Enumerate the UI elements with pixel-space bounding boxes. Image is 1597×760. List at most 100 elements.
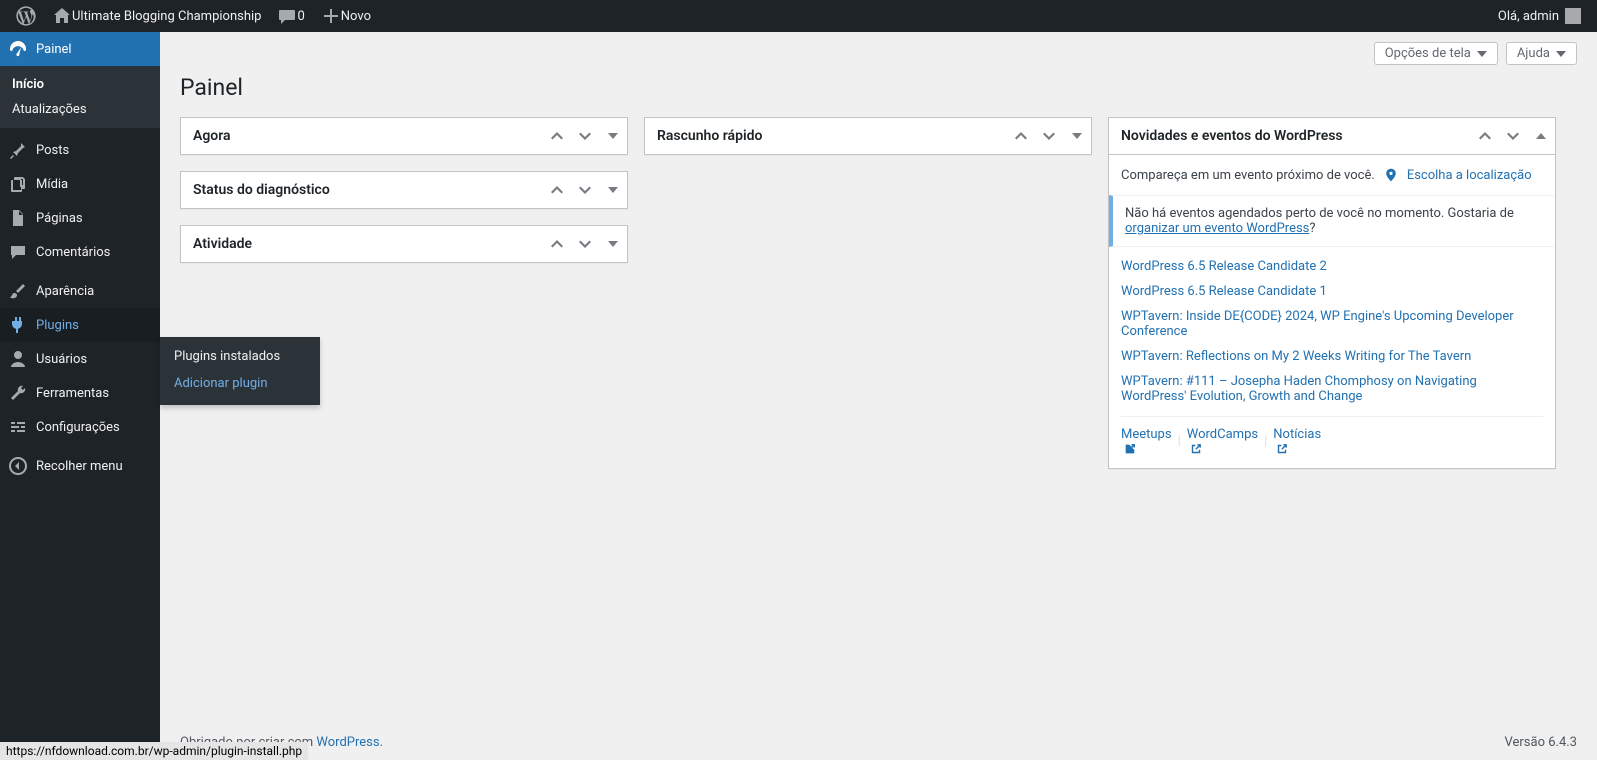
no-events-text-post: ? — [1309, 221, 1315, 236]
widget-title: Novidades e eventos do WordPress — [1109, 118, 1471, 154]
menu-label: Painel — [36, 42, 72, 57]
menu-label: Usuários — [36, 352, 87, 367]
help-button[interactable]: Ajuda — [1506, 42, 1577, 65]
caret-down-icon — [1556, 51, 1566, 57]
news-item-link[interactable]: WPTavern: Inside DE{CODE} 2024, WP Engin… — [1121, 309, 1543, 339]
flyout-plugins-installed[interactable]: Plugins instalados — [160, 343, 320, 370]
site-name-link[interactable]: Ultimate Blogging Championship — [44, 0, 269, 32]
menu-label: Aparência — [36, 284, 94, 299]
menu-users[interactable]: Usuários — [0, 342, 160, 376]
help-label: Ajuda — [1517, 46, 1550, 61]
wp-logo-menu[interactable] — [8, 0, 44, 32]
page-icon — [8, 208, 28, 228]
move-down-button[interactable] — [571, 172, 599, 208]
widget-now: Agora — [180, 117, 628, 155]
widget-quick-draft: Rascunho rápido — [644, 117, 1092, 155]
external-icon — [1189, 442, 1203, 456]
new-content-link[interactable]: Novo — [313, 0, 379, 32]
menu-plugins[interactable]: Plugins — [0, 308, 160, 342]
screen-options-button[interactable]: Opções de tela — [1374, 42, 1498, 65]
move-down-button[interactable] — [571, 226, 599, 262]
submenu-home[interactable]: Início — [0, 72, 160, 97]
widget-activity: Atividade — [180, 225, 628, 263]
widget-title: Rascunho rápido — [645, 118, 1007, 154]
no-events-text: Não há eventos agendados perto de você n… — [1125, 206, 1514, 221]
user-icon — [8, 349, 28, 369]
flyout-plugins-add[interactable]: Adicionar plugin — [160, 370, 320, 397]
howdy-text: Olá, admin — [1498, 9, 1559, 24]
menu-label: Ferramentas — [36, 386, 109, 401]
caret-down-icon — [1477, 51, 1487, 57]
external-icon — [1275, 442, 1289, 456]
menu-tools[interactable]: Ferramentas — [0, 376, 160, 410]
move-up-button[interactable] — [1007, 118, 1035, 154]
plus-icon — [321, 6, 341, 26]
news-item-link[interactable]: WordPress 6.5 Release Candidate 2 — [1121, 259, 1543, 274]
new-label: Novo — [341, 9, 371, 24]
location-icon — [1383, 167, 1399, 183]
page-title: Painel — [160, 65, 1597, 105]
plug-icon — [8, 315, 28, 335]
collapse-menu[interactable]: Recolher menu — [0, 449, 160, 483]
flyout-plugins: Plugins instalados Adicionar plugin — [160, 337, 320, 405]
avatar-icon — [1565, 8, 1581, 24]
news-item-link[interactable]: WPTavern: Reflections on My 2 Weeks Writ… — [1121, 349, 1543, 364]
brush-icon — [8, 281, 28, 301]
organize-event-link[interactable]: organizar um evento WordPress — [1125, 221, 1309, 236]
news-item-link[interactable]: WPTavern: #111 – Josepha Haden Chomphosy… — [1121, 374, 1543, 404]
menu-appearance[interactable]: Aparência — [0, 274, 160, 308]
move-up-button[interactable] — [543, 172, 571, 208]
browser-status-bar: https://nfdownload.com.br/wp-admin/plugi… — [0, 742, 308, 760]
news-item-link[interactable]: WordPress 6.5 Release Candidate 1 — [1121, 284, 1543, 299]
widget-title: Atividade — [181, 226, 543, 262]
external-icon — [1123, 442, 1137, 456]
menu-posts[interactable]: Posts — [0, 133, 160, 167]
admin-bar: Ultimate Blogging Championship 0 Novo Ol… — [0, 0, 1597, 32]
toggle-button[interactable] — [599, 172, 627, 208]
submenu-updates[interactable]: Atualizações — [0, 97, 160, 122]
move-down-button[interactable] — [1499, 118, 1527, 154]
toggle-button[interactable] — [599, 118, 627, 154]
toggle-button[interactable] — [1527, 118, 1555, 154]
comment-icon — [277, 6, 297, 26]
comment-icon — [8, 242, 28, 262]
media-icon — [8, 174, 28, 194]
submenu-dashboard: Início Atualizações — [0, 66, 160, 128]
wp-footer: Obrigado por criar com WordPress. Versão… — [160, 725, 1597, 760]
widget-title: Agora — [181, 118, 543, 154]
choose-location-link[interactable]: Escolha a localização — [1407, 168, 1532, 183]
dashboard-icon — [8, 39, 28, 59]
move-down-button[interactable] — [571, 118, 599, 154]
admin-sidebar: Painel Início Atualizações Posts Mídia P… — [0, 32, 160, 760]
widget-news: Novidades e eventos do WordPress Compare… — [1108, 117, 1556, 469]
widget-title: Status do diagnóstico — [181, 172, 543, 208]
menu-media[interactable]: Mídia — [0, 167, 160, 201]
menu-pages[interactable]: Páginas — [0, 201, 160, 235]
home-icon — [52, 6, 72, 26]
menu-label: Plugins — [36, 318, 79, 333]
move-up-button[interactable] — [543, 118, 571, 154]
menu-dashboard[interactable]: Painel — [0, 32, 160, 66]
menu-comments[interactable]: Comentários — [0, 235, 160, 269]
move-up-button[interactable] — [1471, 118, 1499, 154]
move-up-button[interactable] — [543, 226, 571, 262]
footer-thanks-post: . — [380, 735, 383, 750]
menu-label: Páginas — [36, 211, 83, 226]
toggle-button[interactable] — [599, 226, 627, 262]
screen-options-label: Opções de tela — [1385, 46, 1471, 61]
toggle-button[interactable] — [1063, 118, 1091, 154]
pin-icon — [8, 140, 28, 160]
menu-settings[interactable]: Configurações — [0, 410, 160, 444]
wrench-icon — [8, 383, 28, 403]
attend-text: Compareça em um evento próximo de você. — [1121, 168, 1375, 183]
move-down-button[interactable] — [1035, 118, 1063, 154]
footer-wp-link[interactable]: WordPress — [316, 735, 379, 750]
wordcamps-link[interactable]: WordCamps — [1187, 427, 1258, 456]
comments-link[interactable]: 0 — [269, 0, 312, 32]
my-account-link[interactable]: Olá, admin — [1490, 0, 1589, 32]
meetups-link[interactable]: Meetups — [1121, 427, 1172, 456]
news-link[interactable]: Notícias — [1273, 427, 1321, 456]
widget-health: Status do diagnóstico — [180, 171, 628, 209]
menu-label: Posts — [36, 143, 69, 158]
menu-label: Configurações — [36, 420, 120, 435]
